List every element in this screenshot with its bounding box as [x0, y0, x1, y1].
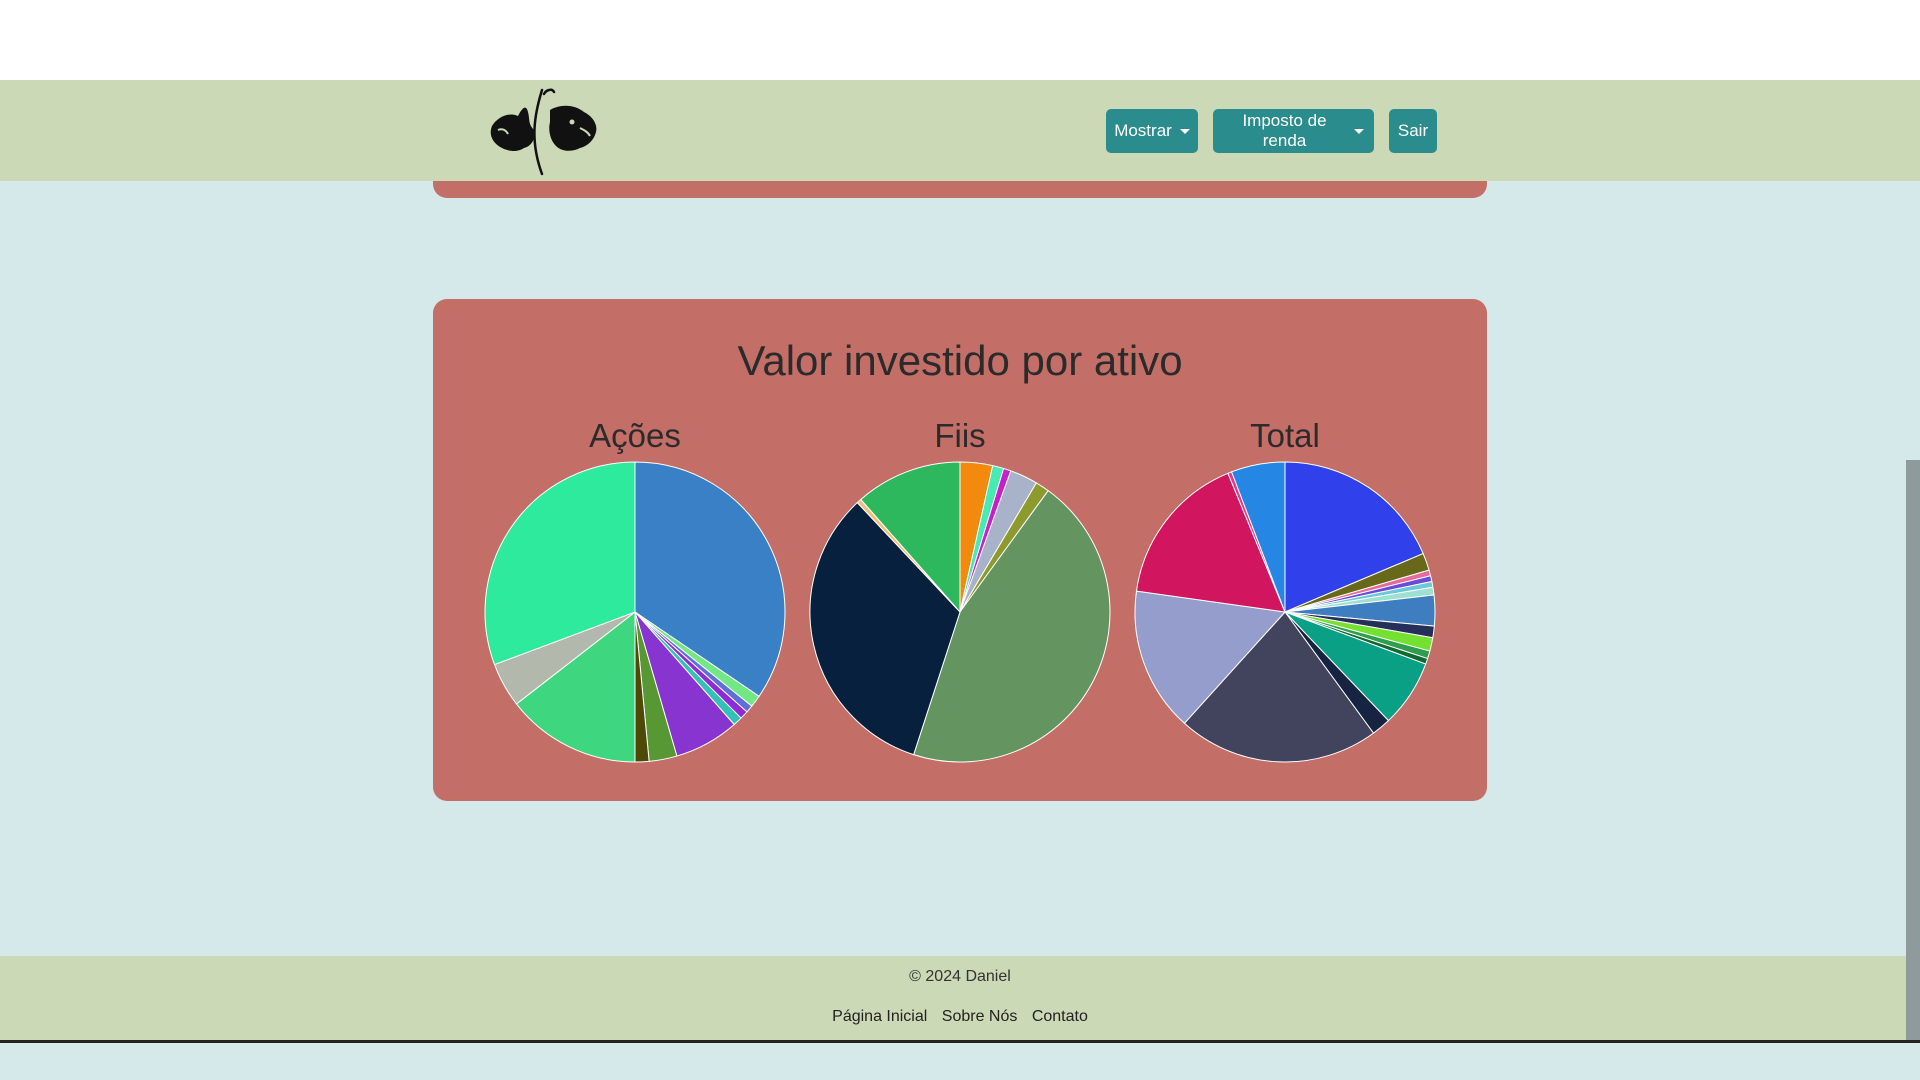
sair-button[interactable]: Sair [1389, 109, 1437, 153]
bull-bear-logo-icon[interactable] [484, 86, 604, 178]
bottom-divider [0, 1040, 1920, 1043]
top-blank-area [0, 0, 1920, 80]
footer-link-contato[interactable]: Contato [1032, 1008, 1088, 1025]
footer-links: Página Inicial Sobre Nós Contato [0, 1008, 1920, 1026]
chart-title-total: Total [1250, 417, 1320, 454]
scrollbar[interactable] [1906, 460, 1920, 1040]
valor-investido-panel: Valor investido por ativo Ações Fiis Tot… [433, 299, 1487, 801]
panel-title: Valor investido por ativo [737, 337, 1183, 384]
imposto-de-renda-dropdown-button[interactable]: Imposto de renda [1213, 109, 1374, 153]
chevron-down-icon [1354, 128, 1364, 134]
total-pie-chart[interactable] [1134, 461, 1436, 763]
sair-label: Sair [1397, 121, 1429, 140]
copyright-text: © 2024 Daniel [909, 968, 1011, 985]
navbar: Mostrar Imposto de renda Sair [0, 80, 1920, 181]
footer-link-pagina-inicial[interactable]: Página Inicial [832, 1008, 927, 1025]
mostrar-dropdown-button[interactable]: Mostrar [1106, 109, 1198, 153]
chart-title-fiis: Fiis [934, 417, 986, 454]
footer: © 2024 Daniel Página Inicial Sobre Nós C… [0, 956, 1920, 1040]
acoes-pie-chart[interactable] [484, 461, 786, 763]
imposto-de-renda-label: Imposto de renda [1242, 111, 1327, 150]
mostrar-label: Mostrar [1114, 121, 1172, 140]
fiis-pie-chart[interactable] [809, 461, 1111, 763]
footer-link-sobre-nos[interactable]: Sobre Nós [942, 1008, 1018, 1025]
chevron-down-icon [1179, 128, 1190, 134]
chart-title-acoes: Ações [589, 417, 681, 454]
